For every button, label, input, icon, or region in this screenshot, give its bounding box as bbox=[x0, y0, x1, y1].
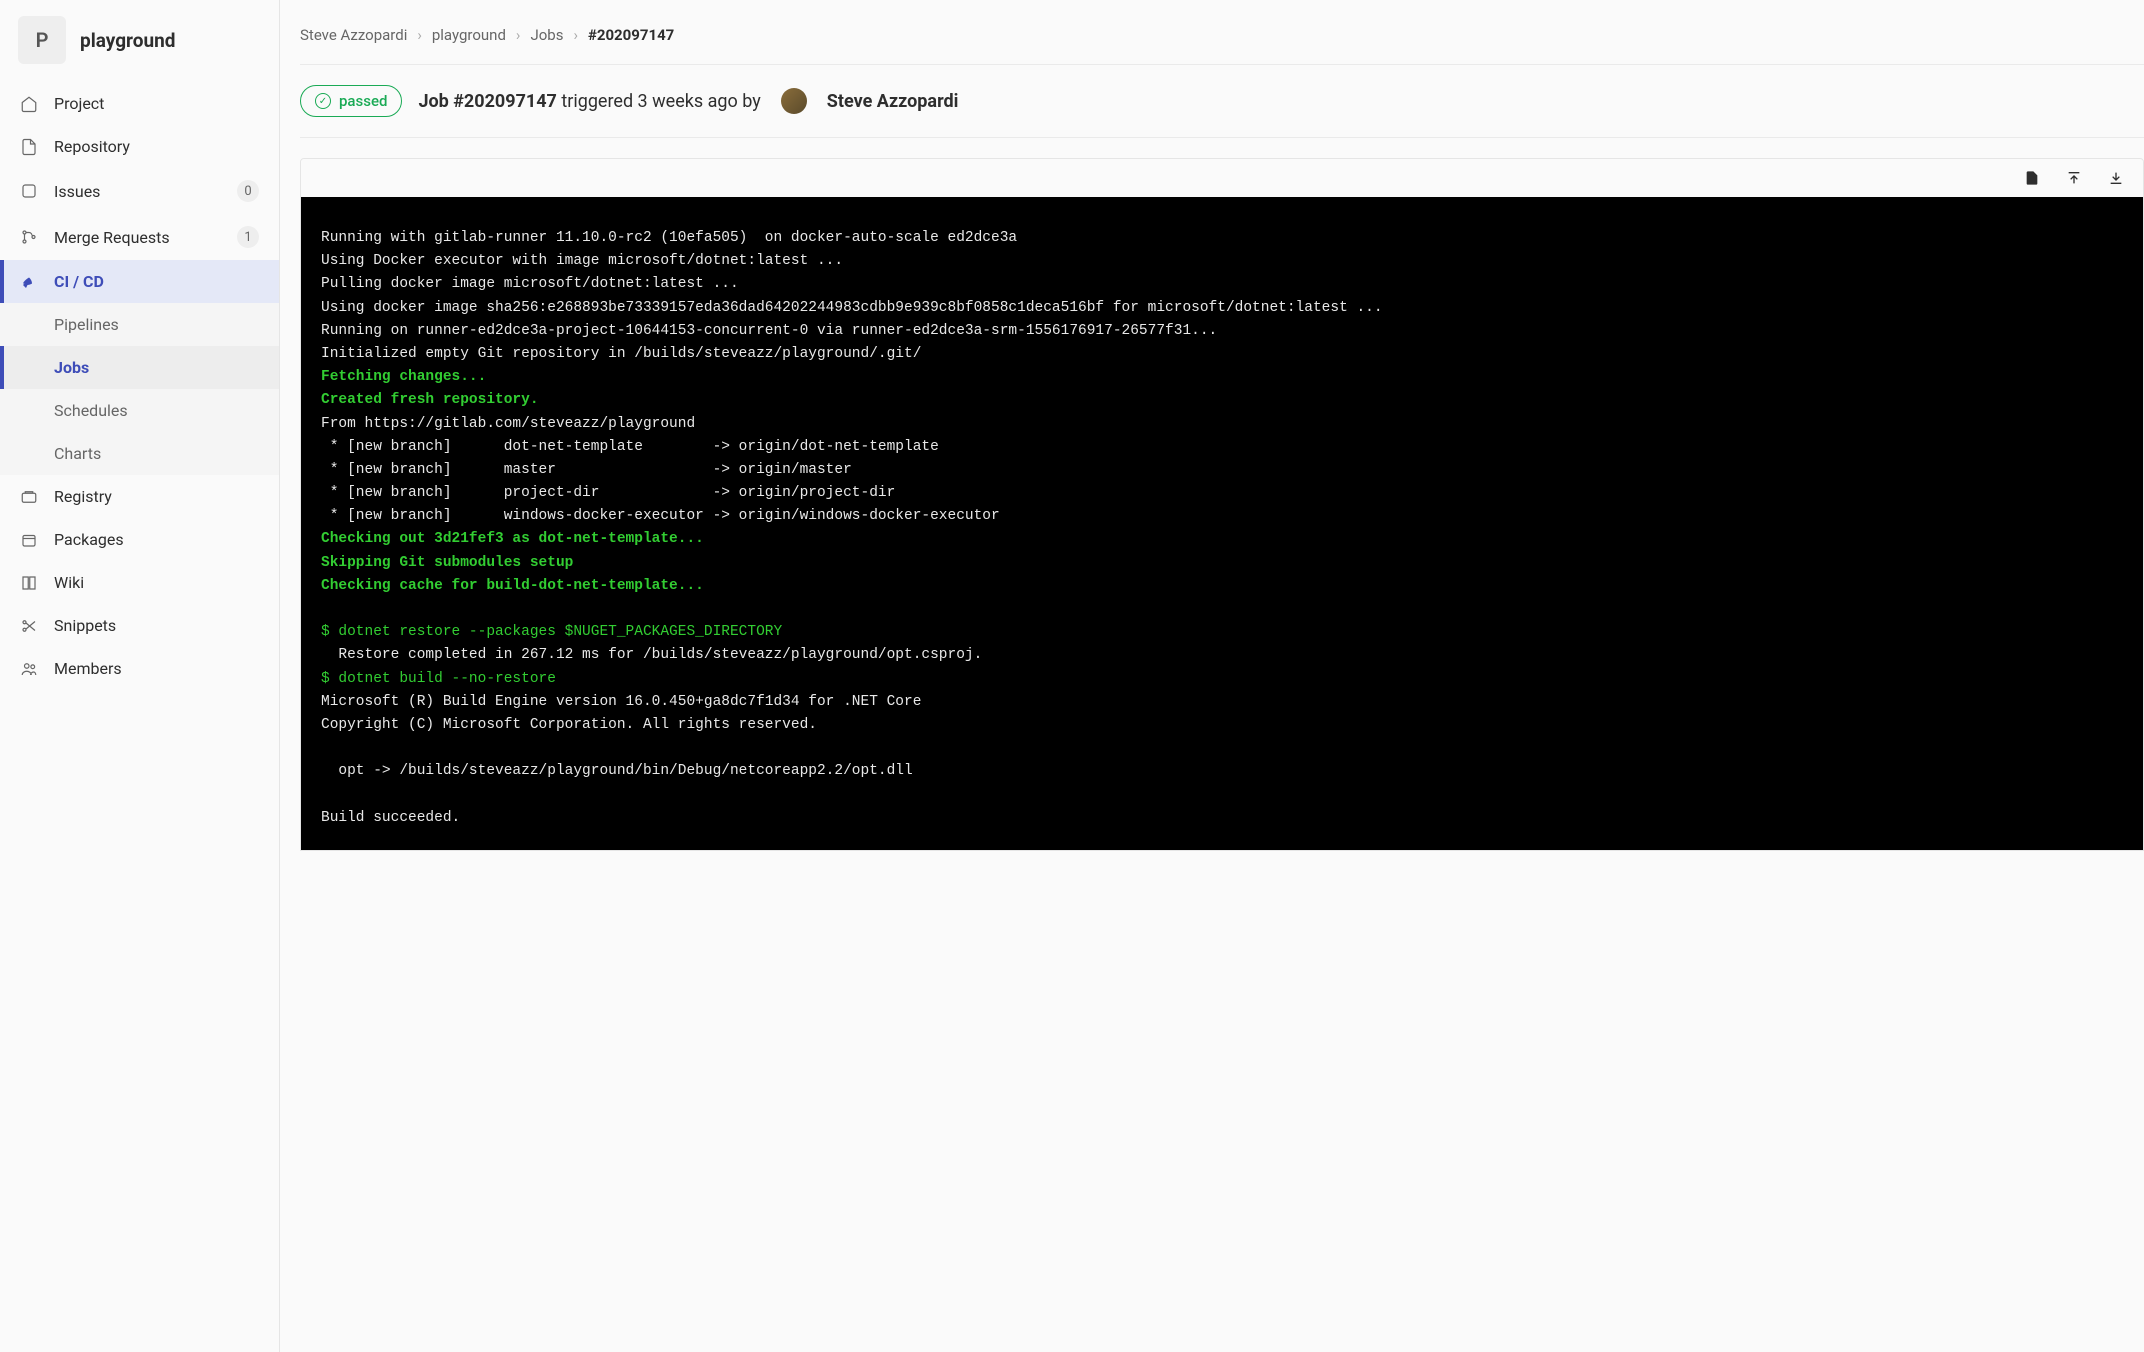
project-name[interactable]: playground bbox=[80, 29, 175, 52]
nav-label: Repository bbox=[54, 137, 259, 156]
main-content: Steve Azzopardi › playground › Jobs › #2… bbox=[280, 0, 2144, 1352]
nav-label: Members bbox=[54, 659, 259, 678]
log-line: Microsoft (R) Build Engine version 16.0.… bbox=[321, 694, 921, 710]
log-line: Initialized empty Git repository in /bui… bbox=[321, 346, 921, 362]
log-line: Created fresh repository. bbox=[321, 392, 539, 408]
chevron-right-icon: › bbox=[573, 26, 578, 44]
sidebar-item-ci-cd[interactable]: CI / CD bbox=[0, 260, 279, 303]
nav-label: Wiki bbox=[54, 573, 259, 592]
issues-icon bbox=[20, 182, 38, 200]
sub-item-charts[interactable]: Charts bbox=[0, 432, 279, 475]
log-line: Pulling docker image microsoft/dotnet:la… bbox=[321, 276, 739, 292]
sub-item-schedules[interactable]: Schedules bbox=[0, 389, 279, 432]
nav-label: CI / CD bbox=[54, 272, 259, 291]
sidebar-item-registry[interactable]: Registry bbox=[0, 475, 279, 518]
breadcrumb-project[interactable]: playground bbox=[432, 26, 506, 44]
merge-icon bbox=[20, 228, 38, 246]
nav-label: Packages bbox=[54, 530, 259, 549]
log-line: $ dotnet build --no-restore bbox=[321, 671, 556, 687]
book-icon bbox=[20, 574, 38, 592]
job-trigger-text: triggered 3 weeks ago by bbox=[557, 91, 761, 112]
log-line: Skipping Git submodules setup bbox=[321, 555, 573, 571]
log-line: Copyright (C) Microsoft Corporation. All… bbox=[321, 717, 817, 733]
sidebar-item-members[interactable]: Members bbox=[0, 647, 279, 690]
sidebar-item-packages[interactable]: Packages bbox=[0, 518, 279, 561]
nav-label: Registry bbox=[54, 487, 259, 506]
log-line: * [new branch] master -> origin/master bbox=[321, 462, 852, 478]
status-badge[interactable]: ✓ passed bbox=[300, 85, 402, 117]
nav-label: Issues bbox=[54, 182, 221, 201]
sidebar-item-wiki[interactable]: Wiki bbox=[0, 561, 279, 604]
log-line: Checking cache for build-dot-net-templat… bbox=[321, 578, 704, 594]
log-line: Build succeeded. bbox=[321, 810, 460, 826]
breadcrumb-root[interactable]: Steve Azzopardi bbox=[300, 26, 407, 44]
log-line: Using Docker executor with image microso… bbox=[321, 253, 843, 269]
log-line: Running on runner-ed2dce3a-project-10644… bbox=[321, 323, 1217, 339]
sub-item-pipelines[interactable]: Pipelines bbox=[0, 303, 279, 346]
job-log[interactable]: Running with gitlab-runner 11.10.0-rc2 (… bbox=[301, 197, 2143, 850]
log-line: * [new branch] windows-docker-executor -… bbox=[321, 508, 1000, 524]
avatar[interactable] bbox=[781, 88, 807, 114]
check-circle-icon: ✓ bbox=[315, 93, 331, 109]
project-badge: P bbox=[18, 16, 66, 64]
breadcrumb-current: #202097147 bbox=[588, 26, 674, 44]
home-icon bbox=[20, 95, 38, 113]
sidebar: P playground Project Repository Issues 0… bbox=[0, 0, 280, 1352]
job-title: Job #202097147 triggered 3 weeks ago by bbox=[418, 91, 760, 112]
log-line: Restore completed in 267.12 ms for /buil… bbox=[321, 647, 982, 663]
nav-label: Project bbox=[54, 94, 259, 113]
log-line: * [new branch] dot-net-template -> origi… bbox=[321, 439, 939, 455]
terminal-toolbar bbox=[301, 159, 2143, 197]
scissors-icon bbox=[20, 617, 38, 635]
log-line: $ dotnet restore --packages $NUGET_PACKA… bbox=[321, 624, 782, 640]
scroll-top-icon[interactable] bbox=[2065, 169, 2083, 187]
sidebar-item-merge-requests[interactable]: Merge Requests 1 bbox=[0, 214, 279, 260]
chevron-right-icon: › bbox=[516, 26, 521, 44]
members-icon bbox=[20, 660, 38, 678]
author-name[interactable]: Steve Azzopardi bbox=[827, 91, 959, 112]
log-line: From https://gitlab.com/steveazz/playgro… bbox=[321, 416, 695, 432]
log-line: * [new branch] project-dir -> origin/pro… bbox=[321, 485, 895, 501]
sidebar-header: P playground bbox=[0, 8, 279, 82]
nav-label: Snippets bbox=[54, 616, 259, 635]
nav-label: Merge Requests bbox=[54, 228, 221, 247]
package-icon bbox=[20, 531, 38, 549]
sidebar-item-project[interactable]: Project bbox=[0, 82, 279, 125]
raw-log-icon[interactable] bbox=[2023, 169, 2041, 187]
sidebar-item-snippets[interactable]: Snippets bbox=[0, 604, 279, 647]
divider bbox=[300, 137, 2144, 138]
log-line: Checking out 3d21fef3 as dot-net-templat… bbox=[321, 531, 704, 547]
rocket-icon bbox=[20, 273, 38, 291]
registry-icon bbox=[20, 488, 38, 506]
status-label: passed bbox=[339, 92, 387, 110]
chevron-right-icon: › bbox=[417, 26, 422, 44]
job-log-container: Running with gitlab-runner 11.10.0-rc2 (… bbox=[300, 158, 2144, 851]
job-id: Job #202097147 bbox=[418, 91, 556, 112]
sub-item-jobs[interactable]: Jobs bbox=[0, 346, 279, 389]
sidebar-item-repository[interactable]: Repository bbox=[0, 125, 279, 168]
log-line: Using docker image sha256:e268893be73339… bbox=[321, 300, 1383, 316]
breadcrumb-section[interactable]: Jobs bbox=[530, 26, 563, 44]
ci-cd-submenu: Pipelines Jobs Schedules Charts bbox=[0, 303, 279, 475]
log-line: Running with gitlab-runner 11.10.0-rc2 (… bbox=[321, 230, 1017, 246]
breadcrumb: Steve Azzopardi › playground › Jobs › #2… bbox=[300, 20, 2144, 64]
mr-count-badge: 1 bbox=[237, 226, 259, 248]
issues-count-badge: 0 bbox=[237, 180, 259, 202]
sidebar-item-issues[interactable]: Issues 0 bbox=[0, 168, 279, 214]
job-header: ✓ passed Job #202097147 triggered 3 week… bbox=[300, 65, 2144, 137]
scroll-bottom-icon[interactable] bbox=[2107, 169, 2125, 187]
log-line: opt -> /builds/steveazz/playground/bin/D… bbox=[321, 763, 913, 779]
file-icon bbox=[20, 138, 38, 156]
log-line: Fetching changes... bbox=[321, 369, 486, 385]
